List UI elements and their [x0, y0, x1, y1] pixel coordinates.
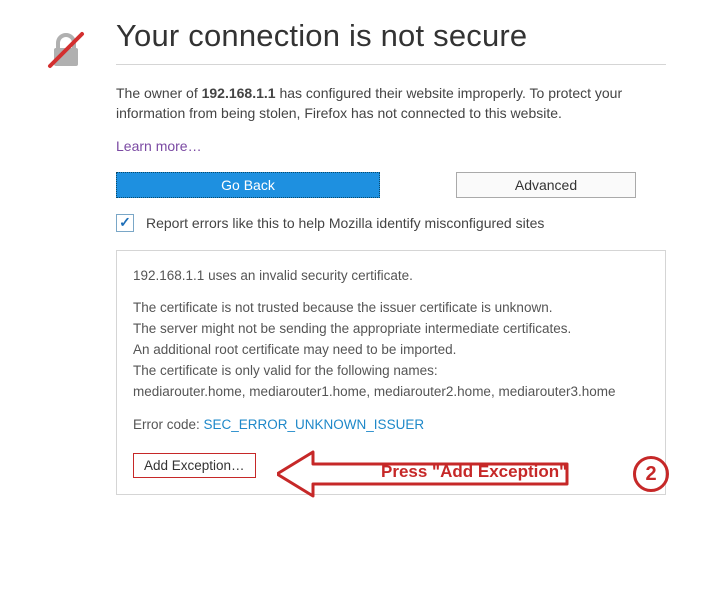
details-line: The server might not be sending the appr…	[133, 320, 649, 339]
annotation-arrow	[277, 448, 577, 500]
report-errors-checkbox[interactable]: ✓	[116, 214, 134, 232]
details-line: 192.168.1.1 uses an invalid security cer…	[133, 267, 649, 286]
error-code-link[interactable]: SEC_ERROR_UNKNOWN_ISSUER	[204, 417, 425, 432]
details-line: mediarouter.home, mediarouter1.home, med…	[133, 383, 649, 402]
details-line: The certificate is not trusted because t…	[133, 299, 649, 318]
advanced-button[interactable]: Advanced	[456, 172, 636, 198]
check-icon: ✓	[119, 214, 131, 231]
details-line: An additional root certificate may need …	[133, 341, 649, 360]
page-title: Your connection is not secure	[116, 18, 666, 54]
go-back-button[interactable]: Go Back	[116, 172, 380, 198]
divider	[116, 64, 666, 65]
host-name: 192.168.1.1	[202, 85, 276, 101]
annotation-step-number: 2	[633, 456, 669, 492]
report-errors-label: Report errors like this to help Mozilla …	[146, 215, 544, 231]
insecure-lock-icon	[44, 28, 88, 77]
add-exception-button[interactable]: Add Exception…	[133, 453, 256, 478]
error-description: The owner of 192.168.1.1 has configured …	[116, 83, 666, 124]
certificate-details-panel: 192.168.1.1 uses an invalid security cer…	[116, 250, 666, 495]
details-line: The certificate is only valid for the fo…	[133, 362, 649, 381]
error-code-line: Error code: SEC_ERROR_UNKNOWN_ISSUER	[133, 416, 649, 435]
learn-more-link[interactable]: Learn more…	[116, 138, 202, 154]
annotation-text: Press "Add Exception"	[381, 460, 567, 484]
